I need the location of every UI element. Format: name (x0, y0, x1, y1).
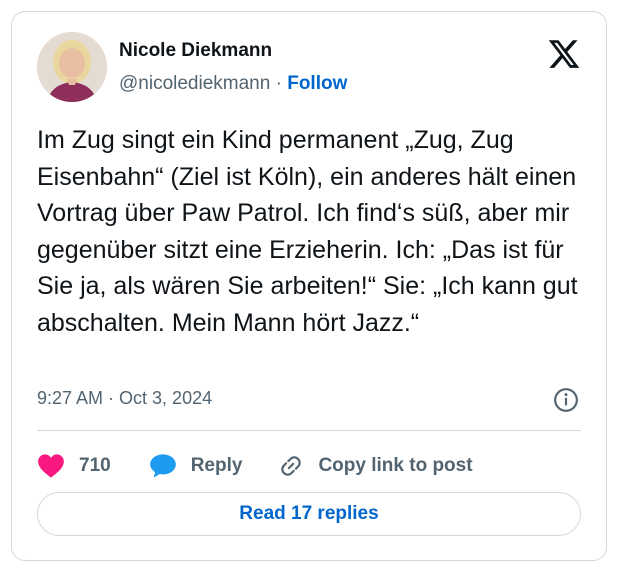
x-logo-icon[interactable] (547, 37, 581, 71)
divider (37, 430, 581, 431)
avatar[interactable] (37, 32, 107, 102)
read-replies-button[interactable]: Read 17 replies (37, 492, 581, 536)
tweet-text: Im Zug singt ein Kind permanent „Zug, Zu… (37, 126, 578, 337)
link-icon (281, 456, 302, 476)
author-name[interactable]: Nicole Diekmann (119, 40, 272, 62)
heart-icon (38, 454, 64, 478)
author-handle-row: @nicolediekmann · Follow (119, 73, 347, 95)
tweet-timestamp[interactable]: 9:27 AM · Oct 3, 2024 (37, 388, 212, 409)
follow-button[interactable]: Follow (287, 73, 347, 94)
action-bar: 710 Reply Copy link to post (37, 446, 473, 486)
avatar-image (37, 32, 107, 102)
copy-link-label: Copy link to post (318, 455, 473, 476)
author-handle[interactable]: @nicolediekmann (119, 73, 270, 94)
like-count: 710 (79, 455, 111, 476)
like-button[interactable]: 710 (37, 453, 111, 479)
reply-button[interactable]: Reply (149, 453, 243, 479)
tweet-card: Nicole Diekmann @nicolediekmann · Follow… (11, 11, 607, 561)
speech-bubble-icon (149, 454, 176, 478)
separator-dot: · (275, 73, 282, 94)
info-icon[interactable] (553, 387, 579, 413)
copy-link-button[interactable]: Copy link to post (278, 453, 473, 479)
reply-label: Reply (190, 455, 243, 476)
